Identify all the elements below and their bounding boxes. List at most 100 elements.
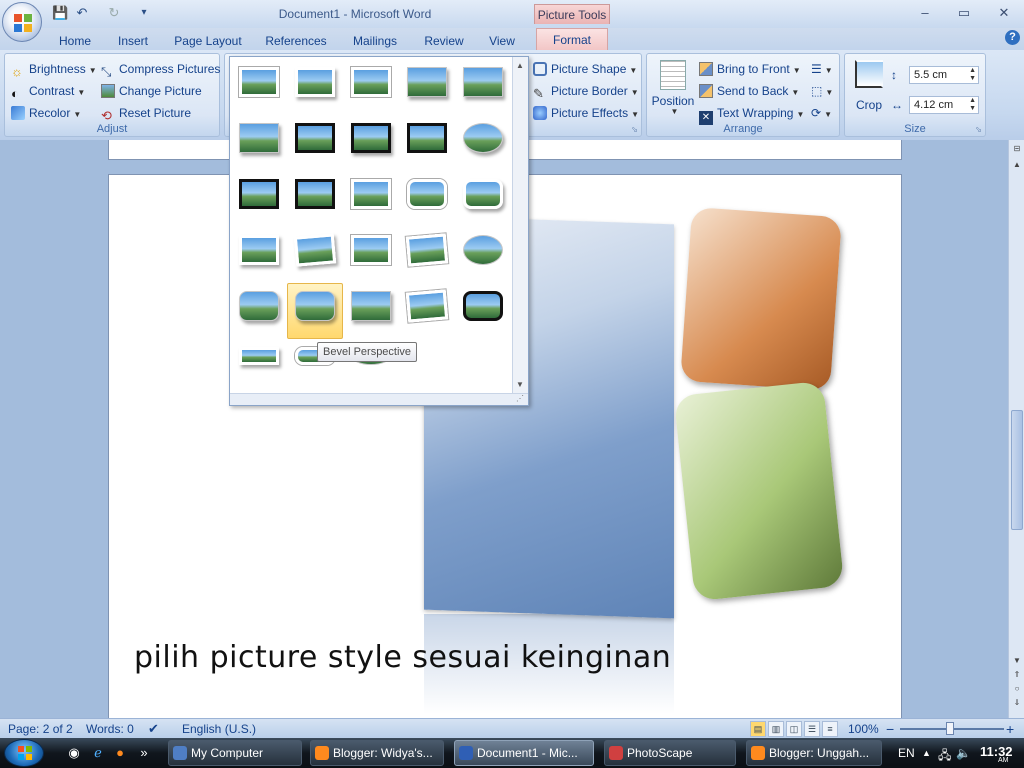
align-icon[interactable]: ☰ ▼ <box>811 60 833 78</box>
tab-page-layout[interactable]: Page Layout <box>170 32 246 50</box>
picture-style-thumb[interactable] <box>463 235 503 265</box>
document-caption[interactable]: pilih picture style sesuai keinginan <box>134 640 834 675</box>
picture-style-thumb[interactable] <box>293 233 337 267</box>
undo-icon[interactable]: ↶ <box>74 5 90 21</box>
page-indicator[interactable]: Page: 2 of 2 <box>8 721 73 737</box>
green-photo[interactable] <box>673 380 845 602</box>
picture-style-thumb[interactable] <box>463 291 503 321</box>
zoom-slider-knob[interactable] <box>946 722 954 735</box>
picture-style-thumb[interactable] <box>239 291 279 321</box>
change-picture-button[interactable]: Change Picture <box>101 82 202 100</box>
picture-style-thumb[interactable] <box>239 179 279 209</box>
next-page-icon[interactable]: ⇓ <box>1011 698 1023 707</box>
maximize-button[interactable]: ▭ <box>952 4 976 22</box>
firefox-icon[interactable]: ● <box>112 745 128 761</box>
scroll-up-icon[interactable]: ▲ <box>516 61 524 70</box>
picture-style-thumb[interactable] <box>351 123 391 153</box>
group-icon[interactable]: ⬚ ▼ <box>811 82 833 100</box>
scroll-thumb[interactable] <box>1011 410 1023 530</box>
rotate-icon[interactable]: ⟳ ▼ <box>811 104 832 122</box>
tray-expand-icon[interactable]: ▲ <box>922 748 931 758</box>
picture-style-thumb[interactable] <box>407 179 447 209</box>
scroll-up-arrow-icon[interactable]: ▲ <box>1011 160 1023 169</box>
picture-style-thumb[interactable] <box>295 67 335 97</box>
picture-style-thumb[interactable] <box>463 67 503 97</box>
height-field[interactable]: 5.5 cm ▲ ▼ <box>909 66 979 84</box>
help-icon[interactable]: ? <box>1005 30 1020 45</box>
text-wrapping-button[interactable]: ✕ Text Wrapping ▼ <box>699 104 804 125</box>
web-layout-icon[interactable]: ◫ <box>786 721 802 737</box>
outline-view-icon[interactable]: ☰ <box>804 721 820 737</box>
picture-effects-button[interactable]: Picture Effects ▼ <box>533 104 639 122</box>
taskbar-button[interactable]: Blogger: Widya's... <box>310 740 444 766</box>
tab-references[interactable]: References <box>260 32 332 50</box>
picture-style-thumb[interactable] <box>407 67 447 97</box>
taskbar-button[interactable]: Document1 - Mic... <box>454 740 594 766</box>
send-to-back-button[interactable]: Send to Back ▼ <box>699 82 799 100</box>
picture-style-thumb[interactable] <box>239 235 279 265</box>
zoom-level[interactable]: 100% <box>848 721 879 737</box>
save-icon[interactable]: 💾 <box>52 5 68 21</box>
reset-picture-button[interactable]: ⟲ Reset Picture <box>101 104 191 123</box>
language-indicator[interactable]: English (U.S.) <box>182 721 256 737</box>
select-browse-object-icon[interactable]: ○ <box>1011 684 1023 693</box>
vertical-scrollbar[interactable]: ⊟ ▲ ▼ ⇑ ○ ⇓ <box>1008 140 1024 718</box>
width-field[interactable]: 4.12 cm ▲ ▼ <box>909 96 979 114</box>
picture-style-thumb[interactable] <box>351 291 391 321</box>
draft-view-icon[interactable]: ≡ <box>822 721 838 737</box>
width-spinner-icon[interactable]: ▲ ▼ <box>969 97 976 113</box>
picture-style-thumb[interactable] <box>351 235 391 265</box>
internet-explorer-icon[interactable]: ℯ <box>90 745 106 761</box>
quicklaunch-more-icon[interactable]: » <box>136 745 152 761</box>
redo-icon[interactable]: ↻ <box>106 5 122 21</box>
picture-shape-button[interactable]: Picture Shape ▼ <box>533 60 637 78</box>
picture-style-thumb[interactable] <box>239 123 279 153</box>
picture-style-thumb[interactable] <box>295 291 335 321</box>
picture-style-thumb[interactable] <box>295 123 335 153</box>
taskbar-button[interactable]: Blogger: Unggah... <box>746 740 882 766</box>
picture-style-thumb[interactable] <box>295 179 335 209</box>
contrast-button[interactable]: ◐ Contrast ▼ <box>11 82 85 101</box>
tab-home[interactable]: Home <box>52 32 98 50</box>
crop-button[interactable]: Crop <box>849 58 889 114</box>
language-bar[interactable]: EN <box>898 746 915 760</box>
compress-pictures-button[interactable]: ⤡ Compress Pictures <box>101 60 220 79</box>
customize-qat-icon[interactable]: ▾ <box>136 5 152 21</box>
show-desktop-icon[interactable]: ◉ <box>66 745 82 761</box>
position-button[interactable]: Position ▼ <box>651 58 695 118</box>
previous-page-icon[interactable]: ⇑ <box>1011 670 1023 679</box>
zoom-in-icon[interactable]: + <box>1006 721 1014 737</box>
recolor-button[interactable]: Recolor ▼ <box>11 104 81 122</box>
tab-insert[interactable]: Insert <box>110 32 156 50</box>
taskbar-button[interactable]: PhotoScape <box>604 740 736 766</box>
word-count[interactable]: Words: 0 <box>86 721 134 737</box>
picture-style-thumb[interactable] <box>239 67 279 97</box>
tab-format[interactable]: Format <box>536 28 608 50</box>
full-screen-reading-icon[interactable]: ▥ <box>768 721 784 737</box>
height-spinner-icon[interactable]: ▲ ▼ <box>969 67 976 83</box>
scroll-down-arrow-icon[interactable]: ▼ <box>1011 656 1023 665</box>
picture-style-thumb[interactable] <box>463 179 503 209</box>
minimize-button[interactable]: – <box>913 4 937 22</box>
print-layout-view-icon[interactable]: ▤ <box>750 721 766 737</box>
brightness-button[interactable]: ☼ Brightness ▼ <box>11 60 97 79</box>
network-icon[interactable]: 🖧 <box>938 746 951 767</box>
picture-style-thumb[interactable] <box>351 179 391 209</box>
picture-border-button[interactable]: ✎ Picture Border ▼ <box>533 82 639 101</box>
tab-review[interactable]: Review <box>418 32 470 50</box>
zoom-out-icon[interactable]: − <box>886 721 894 737</box>
picture-style-thumb[interactable] <box>239 347 279 365</box>
volume-icon[interactable]: 🔈 <box>956 746 971 760</box>
close-button[interactable]: ✕ <box>992 4 1016 22</box>
resize-grip-icon[interactable]: ⋰ <box>230 393 528 405</box>
picture-style-thumb[interactable] <box>463 123 503 153</box>
taskbar-button[interactable]: My Computer <box>168 740 302 766</box>
proofing-icon[interactable]: ✔ <box>148 721 159 737</box>
bring-to-front-button[interactable]: Bring to Front ▼ <box>699 60 801 78</box>
gallery-scrollbar[interactable]: ▲ ▼ <box>512 57 528 393</box>
orange-photo[interactable] <box>680 206 842 392</box>
ruler-toggle-icon[interactable]: ⊟ <box>1011 144 1023 153</box>
tab-mailings[interactable]: Mailings <box>346 32 404 50</box>
picture-style-thumb[interactable] <box>405 289 449 323</box>
scroll-down-icon[interactable]: ▼ <box>516 380 524 389</box>
